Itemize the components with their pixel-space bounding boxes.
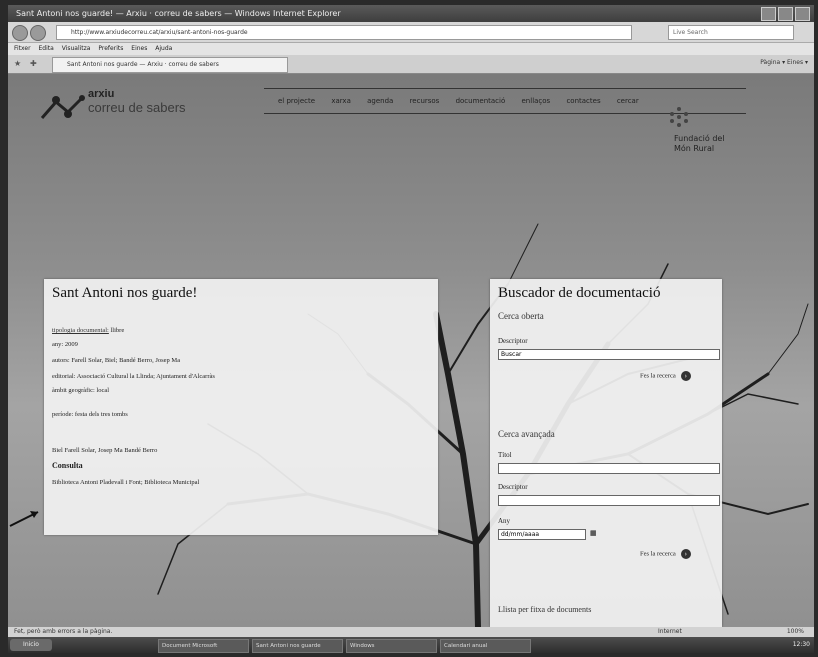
nav-item-resources[interactable]: recursos: [410, 97, 440, 105]
search-input[interactable]: Live Search: [668, 25, 794, 40]
tab-current[interactable]: Sant Antoni nos guarde — Arxiu · correu …: [52, 57, 288, 73]
back-icon[interactable]: [12, 25, 28, 41]
taskbar-item[interactable]: Sant Antoni nos guarde: [252, 639, 343, 653]
address-input[interactable]: http://www.arxiudecorreu.cat/arxiu/sant-…: [56, 25, 632, 40]
nav-item-search[interactable]: cercar: [617, 97, 639, 105]
record-libraries-link[interactable]: Biblioteca Antoni Pladevall i Font; Bibl…: [52, 479, 199, 486]
record-panel: Sant Antoni nos guarde! tipologia docume…: [44, 279, 438, 535]
status-text: Fet, però amb errors a la pàgina.: [14, 628, 113, 635]
logo-text-top: arxiu: [88, 88, 115, 100]
logo-text-bottom: correu de sabers: [88, 100, 186, 115]
menu-item-help[interactable]: Ajuda: [155, 45, 172, 52]
record-period: període: festa dels tres tombs: [52, 411, 128, 418]
minimize-button[interactable]: [761, 7, 776, 21]
nav-item-contacts[interactable]: contactes: [566, 97, 600, 105]
title-bar: Sant Antoni nos guarde! — Arxiu · correu…: [8, 5, 814, 22]
record-year: any: 2009: [52, 341, 78, 348]
nav-item-documentation[interactable]: documentació: [456, 97, 506, 105]
taskbar: Inicio Document Microsoft Sant Antoni no…: [8, 637, 814, 653]
title-input[interactable]: [498, 463, 720, 474]
window-title: Sant Antoni nos guarde! — Arxiu · correu…: [16, 9, 341, 18]
zone-label: Internet: [658, 628, 682, 635]
foundation-logo-icon: [670, 107, 688, 127]
tab-bar: ★ ✚ Sant Antoni nos guarde — Arxiu · cor…: [8, 55, 814, 74]
star-icon[interactable]: ★: [14, 59, 21, 68]
record-period-link[interactable]: festa dels tres tombs: [75, 411, 128, 418]
title-label: Títol: [498, 451, 512, 459]
zoom-control[interactable]: 100%: [787, 627, 804, 637]
open-search-heading: Cerca oberta: [498, 311, 544, 321]
window-controls: [761, 7, 810, 21]
maximize-button[interactable]: [778, 7, 793, 21]
record-title: Sant Antoni nos guarde!: [52, 285, 198, 301]
start-button[interactable]: Inicio: [10, 639, 52, 651]
descriptor-input[interactable]: Buscar: [498, 349, 720, 360]
arrow-right-icon: ›: [680, 371, 691, 381]
forward-icon[interactable]: [30, 25, 46, 41]
record-authors: autors: Farell Solar, Biel; Bandé Berro,…: [52, 357, 181, 364]
menu-item-tools[interactable]: Eines: [131, 45, 147, 52]
search-panel: Buscador de documentació Cerca oberta De…: [490, 279, 722, 627]
search-button[interactable]: Fes la recerca ›: [640, 371, 691, 381]
add-favorites-icon[interactable]: ✚: [30, 59, 37, 68]
annotation-arrow-icon: [9, 511, 39, 527]
nav-item-agenda[interactable]: agenda: [367, 97, 393, 105]
advanced-search-heading: Cerca avançada: [498, 429, 555, 439]
taskbar-item[interactable]: Calendari anual: [440, 639, 531, 653]
record-publisher: editorial: Associació Cultural la Llinda…: [52, 373, 215, 380]
taskbar-item[interactable]: Windows: [346, 639, 437, 653]
document-list-link[interactable]: Llista per fitxa de documents: [498, 605, 591, 614]
record-scope: àmbit geogràfic: local: [52, 387, 110, 394]
menu-item-favorites[interactable]: Preferits: [98, 45, 123, 52]
arrow-right-icon: ›: [680, 549, 691, 559]
menu-item-file[interactable]: Fitxer: [14, 45, 31, 52]
logo-icon: [40, 95, 85, 119]
browser-window: Sant Antoni nos guarde! — Arxiu · correu…: [8, 5, 814, 653]
author-input[interactable]: [498, 495, 720, 506]
advanced-search-button[interactable]: Fes la recerca ›: [640, 549, 691, 559]
record-keywords: Biel Farell Solar, Josep Ma Bandé Berro: [52, 447, 158, 454]
nav-item-project[interactable]: el projecte: [278, 97, 315, 105]
site-logo[interactable]: arxiu correu de sabers: [38, 88, 238, 128]
calendar-icon[interactable]: ▦: [590, 529, 597, 537]
page-content: arxiu correu de sabers el projecte xarxa…: [8, 74, 814, 627]
page-tools[interactable]: Pàgina ▾ Eines ▾: [760, 59, 808, 66]
search-panel-title: Buscador de documentació: [498, 285, 661, 301]
nav-item-links[interactable]: enllaços: [522, 97, 551, 105]
nav-item-network[interactable]: xarxa: [331, 97, 351, 105]
consult-heading: Consulta: [52, 461, 83, 470]
menu-bar: Fitxer Edita Visualitza Preferits Eines …: [8, 43, 814, 55]
taskbar-item[interactable]: Document Microsoft: [158, 639, 249, 653]
record-type-link[interactable]: llibre: [111, 327, 125, 334]
year-input[interactable]: dd/mm/aaaa: [498, 529, 586, 540]
menu-item-edit[interactable]: Edita: [38, 45, 53, 52]
taskbar-clock: 12:30: [792, 641, 810, 648]
address-toolbar: http://www.arxiudecorreu.cat/arxiu/sant-…: [8, 22, 814, 43]
foundation-name[interactable]: Fundació del Món Rural: [674, 134, 725, 154]
status-bar: Fet, però amb errors a la pàgina. Intern…: [8, 627, 814, 637]
author-label: Descriptor: [498, 483, 528, 491]
close-button[interactable]: [795, 7, 810, 21]
record-type: tipologia documental: llibre: [52, 327, 125, 334]
menu-item-view[interactable]: Visualitza: [62, 45, 91, 52]
year-label: Any: [498, 517, 511, 525]
descriptor-label: Descriptor: [498, 337, 528, 345]
